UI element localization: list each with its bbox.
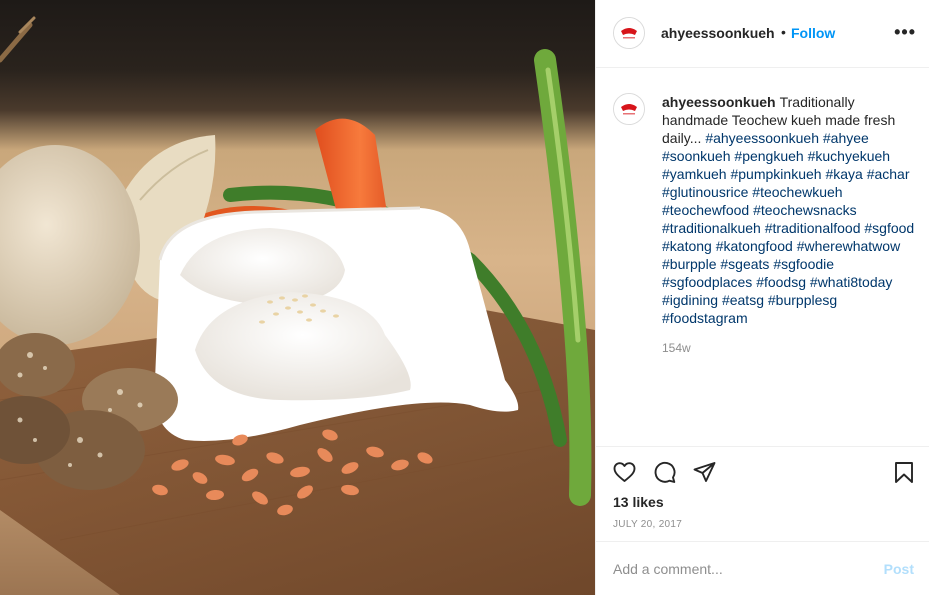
likes-count[interactable]: 13 likes [613, 494, 664, 510]
hashtag-link[interactable]: #soonkueh [662, 148, 731, 164]
follow-button[interactable]: Follow [791, 25, 835, 41]
hashtag-link[interactable]: #traditionalkueh [662, 220, 761, 236]
hashtag-link[interactable]: #achar [867, 166, 910, 182]
separator-dot: • [781, 24, 786, 40]
hashtag-link[interactable]: #pumpkinkueh [730, 166, 821, 182]
username-link[interactable]: ahyeessoonkueh [661, 25, 775, 41]
avatar[interactable] [613, 93, 645, 125]
hashtag-link[interactable]: #foodstagram [662, 310, 748, 326]
post-side-panel: ahyeessoonkueh • Follow ••• ahyeessoonku… [595, 0, 929, 595]
hashtag-link[interactable]: #glutinousrice [662, 184, 748, 200]
hashtag-link[interactable]: #whati8today [810, 274, 893, 290]
hashtag-link[interactable]: #traditionalfood [765, 220, 861, 236]
caption: ahyeessoonkueh Traditionally handmade Teo… [662, 93, 917, 327]
hashtag-link[interactable]: #yamkueh [662, 166, 727, 182]
hashtag-link[interactable]: #teochewsnacks [753, 202, 857, 218]
hashtag-link[interactable]: #katong [662, 238, 712, 254]
caption-username-link[interactable]: ahyeessoonkueh [662, 94, 776, 110]
comment-input[interactable] [613, 559, 863, 579]
hashtag-list: #ahyeessoonkueh #ahyee #soonkueh #pengku… [662, 130, 914, 326]
profile-logo-icon [614, 94, 644, 124]
profile-logo-icon [614, 18, 644, 48]
hashtag-link[interactable]: #ahyeessoonkueh [705, 130, 819, 146]
hashtag-link[interactable]: #sgfood [864, 220, 914, 236]
hashtag-link[interactable]: #teochewkueh [752, 184, 842, 200]
hashtag-link[interactable]: #igdining [662, 292, 718, 308]
post-header: ahyeessoonkueh • Follow ••• [596, 0, 929, 68]
avatar[interactable] [613, 17, 645, 49]
comment-icon[interactable] [652, 460, 677, 484]
hashtag-link[interactable]: #pengkueh [734, 148, 803, 164]
post-comment-button[interactable]: Post [884, 561, 914, 577]
caption-area: ahyeessoonkueh Traditionally handmade Teo… [596, 69, 929, 446]
hashtag-link[interactable]: #kaya [825, 166, 862, 182]
hashtag-link[interactable]: #sgeats [720, 256, 769, 272]
post-photo[interactable] [0, 0, 595, 595]
bookmark-icon[interactable] [892, 460, 916, 485]
hashtag-link[interactable]: #sgfoodie [773, 256, 834, 272]
hashtag-link[interactable]: #teochewfood [662, 202, 749, 218]
hashtag-link[interactable]: #kuchyekueh [808, 148, 891, 164]
hashtag-link[interactable]: #katongfood [716, 238, 793, 254]
hashtag-link[interactable]: #ahyee [823, 130, 869, 146]
food-photo-illustration [0, 16, 595, 595]
hashtag-link[interactable]: #sgfoodplaces [662, 274, 752, 290]
share-icon[interactable] [692, 460, 717, 484]
hashtag-link[interactable]: #burpplesg [768, 292, 837, 308]
post-time-ago[interactable]: 154w [662, 341, 691, 355]
hashtag-link[interactable]: #foodsg [756, 274, 806, 290]
hashtag-link[interactable]: #burpple [662, 256, 717, 272]
post-date: JULY 20, 2017 [613, 519, 683, 530]
hashtag-link[interactable]: #eatsg [722, 292, 764, 308]
action-bar: 13 likes JULY 20, 2017 [596, 446, 929, 542]
hashtag-link[interactable]: #wherewhatwow [797, 238, 901, 254]
heart-icon[interactable] [612, 460, 637, 484]
more-options-icon[interactable]: ••• [894, 22, 916, 43]
comment-box: Post [596, 541, 929, 595]
